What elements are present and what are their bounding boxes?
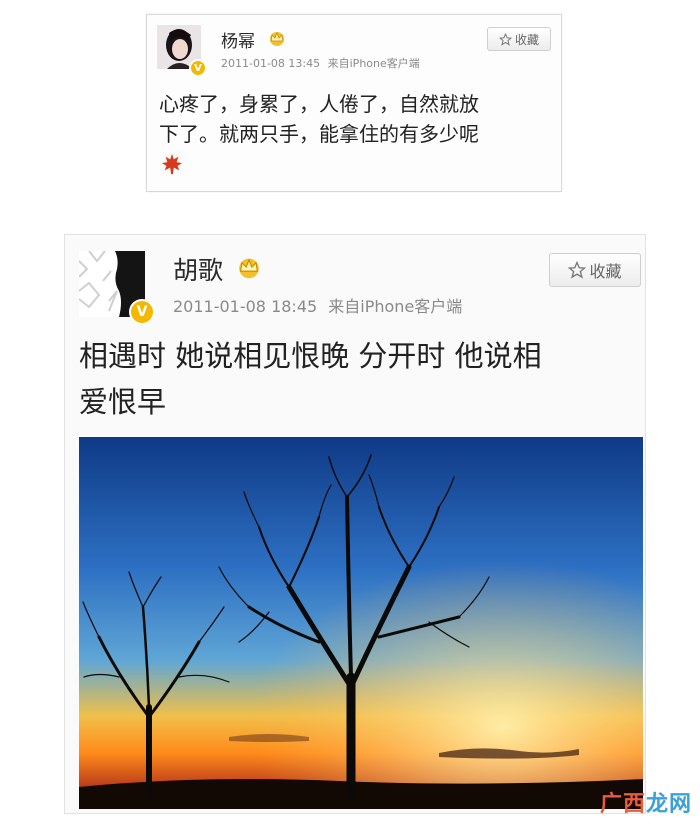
maple-leaf-icon xyxy=(161,153,183,175)
post-text-line1: 相遇时 她说相见恨晚 分开时 他说相 xyxy=(79,339,542,373)
verified-badge-icon: V xyxy=(189,59,207,77)
post-text: 相遇时 她说相见恨晚 分开时 他说相 爱恨早 xyxy=(79,333,542,425)
source-label[interactable]: 来自iPhone客户端 xyxy=(328,297,462,316)
star-outline-icon xyxy=(498,32,512,46)
favorite-button[interactable]: 收藏 xyxy=(487,27,551,51)
sunset-trees-image[interactable] xyxy=(79,437,643,809)
timestamp[interactable]: 2011-01-08 18:45 xyxy=(173,297,317,316)
verified-badge-icon: V xyxy=(129,299,155,325)
post-text-line2: 下了。就两只手，能拿住的有多少呢 xyxy=(159,122,479,146)
favorite-button[interactable]: 收藏 xyxy=(549,253,641,287)
post-text-line2: 爱恨早 xyxy=(79,385,167,419)
post-text: 心疼了，身累了，人倦了，自然就放 下了。就两只手，能拿住的有多少呢 xyxy=(159,89,479,149)
favorite-label: 收藏 xyxy=(514,32,539,47)
username[interactable]: 杨幂 xyxy=(221,27,255,52)
source-label[interactable]: 来自iPhone客户端 xyxy=(328,57,420,70)
weibo-post-huge: V 胡歌 2011-01-08 18:45 来自iPhone客户端 收藏 相遇时… xyxy=(64,234,646,814)
watermark-part2: 龙网 xyxy=(645,792,692,817)
favorite-label: 收藏 xyxy=(589,262,622,281)
star-outline-icon xyxy=(568,261,587,279)
watermark-logo: 广西龙网 xyxy=(600,786,692,818)
post-text-line1: 心疼了，身累了，人倦了，自然就放 xyxy=(159,92,479,116)
timestamp[interactable]: 2011-01-08 13:45 xyxy=(221,57,320,70)
username[interactable]: 胡歌 xyxy=(173,251,223,287)
crown-icon xyxy=(239,258,259,279)
watermark-part1: 广西 xyxy=(599,792,646,817)
crown-icon xyxy=(270,31,284,46)
weibo-post-yangmi: V 杨幂 2011-01-08 13:45 来自iPhone客户端 收藏 心疼了… xyxy=(146,14,562,192)
post-meta: 2011-01-08 13:45 来自iPhone客户端 xyxy=(221,55,420,71)
post-meta: 2011-01-08 18:45 来自iPhone客户端 xyxy=(173,293,462,317)
